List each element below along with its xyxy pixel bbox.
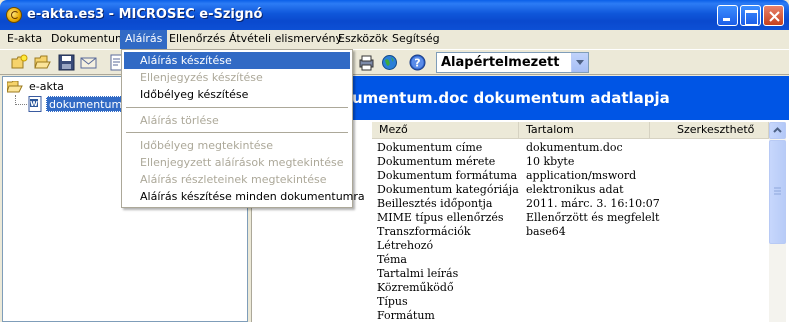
column-header-szerkesztheto[interactable]: Szerkeszthető	[650, 122, 769, 139]
tree-connector	[15, 104, 27, 105]
menu-eszkozok[interactable]: Eszközök	[333, 30, 393, 49]
menu-ellenorzes[interactable]: Ellenőrzés	[164, 30, 230, 49]
close-button[interactable]	[763, 5, 784, 26]
menu-bar: E-akta Dokumentum Aláírás Ellenőrzés Átv…	[0, 30, 789, 49]
word-document-icon: W	[28, 96, 42, 112]
menu-separator	[126, 107, 348, 108]
menu-item-idobelyeg-megtekintese[interactable]: Időbélyeg megtekintése	[124, 137, 350, 154]
open-folder-icon[interactable]	[34, 54, 51, 71]
envelope-icon[interactable]	[80, 54, 97, 71]
new-folder-icon[interactable]	[11, 54, 28, 71]
app-seal-icon[interactable]	[6, 7, 22, 23]
scroll-thumb[interactable]	[769, 140, 786, 244]
chevron-up-icon	[773, 127, 782, 133]
menu-e-akta[interactable]: E-akta	[2, 30, 47, 49]
svg-text:?: ?	[414, 57, 420, 70]
help-icon[interactable]: ?	[409, 54, 426, 71]
menu-item-alairas-reszletei[interactable]: Aláírás részleteinek megtekintése	[124, 171, 350, 188]
chevron-down-icon[interactable]	[571, 53, 588, 72]
globe-icon[interactable]	[381, 54, 398, 71]
menu-separator	[126, 132, 348, 133]
menu-item-idobelyeg-keszitese[interactable]: Időbélyeg készítése	[124, 86, 350, 103]
open-folder-icon	[7, 81, 23, 93]
save-icon[interactable]	[58, 54, 75, 71]
maximize-button[interactable]	[740, 5, 761, 26]
menu-segitseg[interactable]: Segítség	[387, 30, 445, 49]
close-icon	[769, 11, 780, 22]
details-title: umentum.doc dokumentum adatlapja	[352, 89, 670, 107]
profile-select[interactable]: Alapértelmezett	[436, 52, 589, 73]
title-bar[interactable]: e-akta.es3 - MICROSEC e-Szignó	[0, 0, 789, 30]
menu-item-ellenjegyzett-alairasok[interactable]: Ellenjegyzett aláírások megtekintése	[124, 154, 350, 171]
tree-item-label: e-akta	[29, 80, 64, 93]
menu-item-alairas-torlese[interactable]: Aláírás törlése	[124, 112, 350, 129]
menu-item-alairas-keszitese[interactable]: Aláírás készítése	[124, 52, 350, 69]
alairas-dropdown-menu: Aláírás készítése Ellenjegyzés készítése…	[121, 49, 365, 208]
toolbar: ? Alapértelmezett	[0, 49, 789, 75]
column-header-mezo[interactable]: Mező	[372, 122, 519, 139]
window-title: e-akta.es3 - MICROSEC e-Szignó	[27, 7, 263, 22]
menu-alairas[interactable]: Aláírás	[120, 30, 168, 49]
profile-select-value: Alapértelmezett	[441, 55, 560, 70]
menu-item-alairas-minden-dokumentumra[interactable]: Aláírás készítése minden dokumentumra	[124, 188, 365, 205]
column-header-tartalom[interactable]: Tartalom	[519, 122, 650, 139]
grip-icon	[774, 187, 781, 195]
grid-header: Mező Tartalom Szerkeszthető	[372, 122, 769, 139]
svg-text:W: W	[30, 100, 38, 108]
menu-atveteli-elismerveny[interactable]: Átvételi elismervény	[224, 30, 347, 49]
printer-icon[interactable]	[358, 54, 375, 71]
menu-dokumentum[interactable]: Dokumentum	[46, 30, 131, 49]
minimize-button[interactable]	[717, 5, 738, 26]
scroll-up-button[interactable]	[769, 122, 786, 139]
vertical-scrollbar[interactable]	[769, 122, 786, 322]
menu-item-ellenjegyzes-keszitese[interactable]: Ellenjegyzés készítése	[124, 69, 350, 86]
